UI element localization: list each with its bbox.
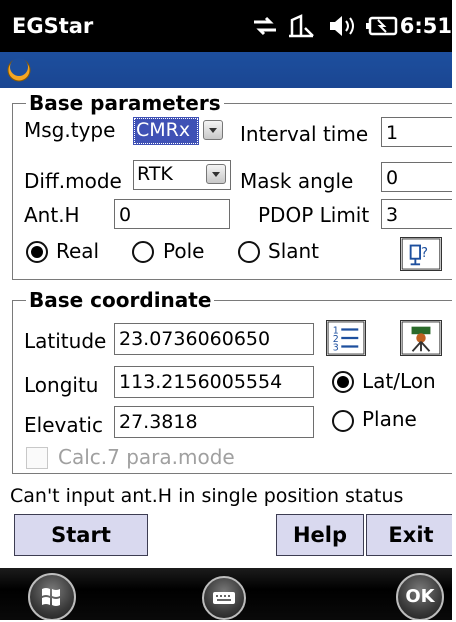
base-parameters-title: Base parameters: [26, 91, 224, 115]
plane-radio[interactable]: [332, 410, 354, 432]
elevation-label: Elevatic: [24, 413, 103, 437]
antenna-settings-icon[interactable]: ?: [400, 237, 442, 271]
interval-time-input[interactable]: 1: [381, 117, 452, 147]
ok-button[interactable]: OK: [396, 573, 444, 620]
pdop-limit-input[interactable]: 3: [381, 199, 452, 229]
svg-text:?: ?: [421, 246, 428, 261]
slant-radio[interactable]: [238, 241, 260, 263]
pole-label: Pole: [163, 239, 205, 263]
chevron-down-icon[interactable]: [206, 164, 226, 184]
app-window: EGStar 6:51 Base parameters Msg.type CMR…: [0, 0, 452, 620]
ant-h-input[interactable]: 0: [114, 199, 230, 229]
pdop-limit-label: PDOP Limit: [258, 203, 370, 227]
battery-icon: [366, 16, 398, 36]
msg-type-value: CMRx: [133, 117, 199, 145]
diff-mode-select[interactable]: RTK: [133, 160, 231, 190]
status-message: Can't input ant.H in single position sta…: [10, 485, 404, 507]
app-title: EGStar: [12, 14, 94, 38]
title-bar: [0, 52, 452, 88]
clock: 6:51: [399, 14, 452, 38]
interval-time-label: Interval time: [240, 122, 369, 146]
msg-type-select[interactable]: CMRx: [133, 117, 227, 145]
exit-button[interactable]: Exit: [366, 514, 452, 556]
base-coordinate-title: Base coordinate: [26, 288, 215, 312]
latitude-label: Latitude: [24, 329, 107, 353]
msg-type-label: Msg.type: [24, 118, 116, 142]
ant-h-label: Ant.H: [24, 203, 80, 227]
longitude-input[interactable]: 113.2156005554: [114, 366, 314, 398]
pole-radio[interactable]: [132, 241, 154, 263]
signal-icon: [289, 14, 314, 38]
windows-logo-icon: [42, 588, 60, 606]
status-bar: EGStar 6:51: [0, 0, 452, 52]
base-station-icon[interactable]: [400, 320, 442, 356]
mask-angle-input[interactable]: 0: [381, 162, 452, 192]
start-button[interactable]: Start: [14, 514, 148, 556]
help-button[interactable]: Help: [276, 514, 364, 556]
plane-label: Plane: [362, 407, 417, 431]
real-label: Real: [56, 239, 100, 263]
slant-label: Slant: [268, 239, 320, 263]
keyboard-button[interactable]: [202, 576, 246, 620]
svg-text:3: 3: [333, 342, 339, 353]
latitude-input[interactable]: 23.0736060650: [114, 323, 314, 355]
list-icon[interactable]: 1 2 3: [326, 320, 366, 356]
keyboard-icon: [213, 592, 235, 604]
elevation-input[interactable]: 27.3818: [114, 406, 314, 438]
network-icon: [254, 16, 276, 36]
diff-mode-value: RTK: [137, 163, 173, 185]
start-menu-icon[interactable]: [6, 57, 32, 83]
calc-7-para-label: Calc.7 para.mode: [58, 445, 235, 469]
mask-angle-label: Mask angle: [240, 169, 354, 193]
diff-mode-label: Diff.mode: [24, 169, 122, 193]
chevron-down-icon[interactable]: [203, 120, 223, 140]
real-radio[interactable]: [26, 241, 48, 263]
longitude-label: Longitu: [24, 373, 99, 397]
speaker-icon: [330, 16, 354, 36]
calc-7-para-checkbox[interactable]: [26, 447, 48, 469]
lat-lon-radio[interactable]: [332, 371, 354, 393]
lat-lon-label: Lat/Lon: [362, 369, 436, 393]
windows-start-button[interactable]: [28, 573, 76, 620]
